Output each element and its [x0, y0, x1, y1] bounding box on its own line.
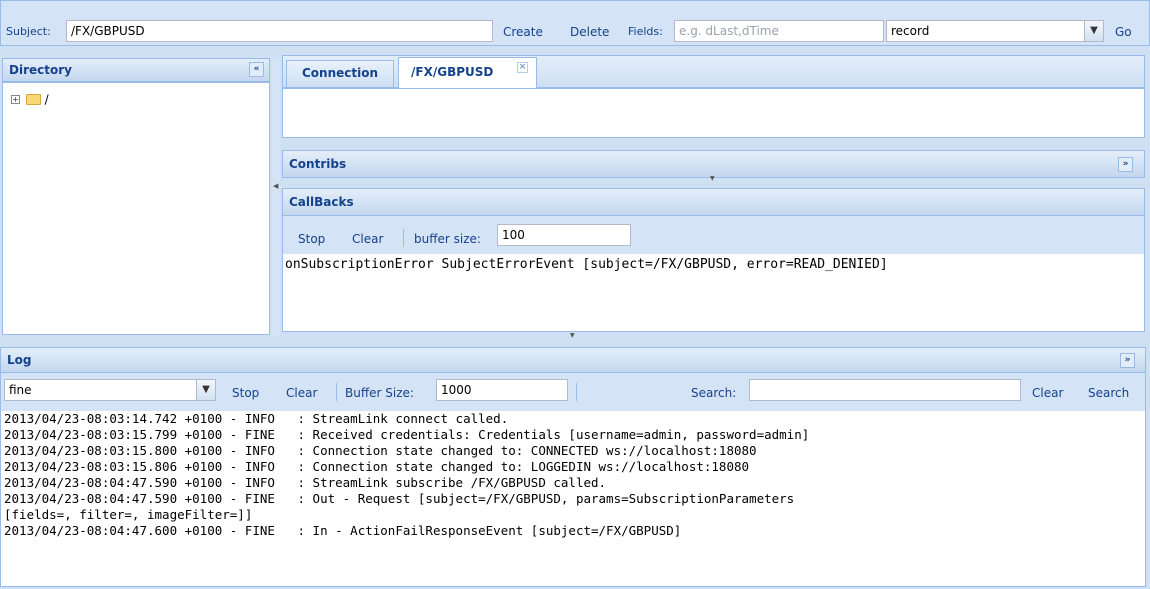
create-button[interactable]: Create	[503, 25, 543, 39]
subject-label: Subject:	[6, 25, 51, 38]
log-collapse-icon[interactable]: »	[1120, 353, 1135, 368]
log-toolbar-separator	[336, 383, 337, 401]
callbacks-toolbar	[282, 216, 1145, 254]
buffer-size-label: buffer size:	[414, 232, 481, 246]
callbacks-output: onSubscriptionError SubjectErrorEvent [s…	[282, 254, 1145, 332]
tab-subject-label: /FX/GBPUSD	[411, 65, 494, 79]
directory-header: Directory	[2, 58, 270, 82]
subject-input[interactable]: /FX/GBPUSD	[66, 20, 493, 42]
log-title: Log	[7, 353, 32, 367]
log-line: 2013/04/23-08:03:15.806 +0100 - INFO : C…	[4, 459, 750, 474]
tab-close-icon[interactable]: ×	[517, 62, 528, 73]
delete-button[interactable]: Delete	[570, 25, 609, 39]
callbacks-clear-button[interactable]: Clear	[352, 232, 383, 246]
log-line: 2013/04/23-08:04:47.590 +0100 - FINE : O…	[4, 491, 795, 506]
tree-root-node[interactable]: + /	[11, 92, 49, 108]
expand-down-icon[interactable]: »	[1118, 157, 1133, 172]
log-line: 2013/04/23-08:03:14.742 +0100 - INFO : S…	[4, 411, 509, 426]
log-search-button[interactable]: Search	[1088, 386, 1129, 400]
horizontal-splitter-top[interactable]: ▼	[282, 175, 1145, 186]
log-output: 2013/04/23-08:03:14.742 +0100 - INFO : S…	[0, 411, 1146, 587]
tab-subject[interactable]: /FX/GBPUSD ×	[398, 57, 537, 89]
log-line: 2013/04/23-08:04:47.590 +0100 - INFO : S…	[4, 475, 607, 490]
log-stop-button[interactable]: Stop	[232, 386, 259, 400]
log-header: Log	[0, 347, 1146, 373]
callbacks-stop-button[interactable]: Stop	[298, 232, 325, 246]
log-search-clear-button[interactable]: Clear	[1032, 386, 1063, 400]
splitter-main-arrow-icon: ▼	[570, 332, 575, 339]
record-type-value: record	[891, 24, 930, 38]
record-type-dropdown-button[interactable]: ▼	[1084, 21, 1103, 41]
log-chevron-down-icon: ▼	[202, 384, 210, 395]
directory-title: Directory	[9, 63, 72, 77]
tab-connection-label: Connection	[301, 66, 379, 80]
chevron-down-icon: ▼	[1090, 25, 1098, 36]
log-level-dropdown-button[interactable]: ▼	[196, 380, 215, 400]
callbacks-header: CallBacks	[282, 188, 1145, 216]
tree-root-label: /	[44, 92, 49, 107]
toolbar-separator	[403, 229, 404, 247]
record-type-select[interactable]: record	[886, 20, 1104, 42]
tab-content	[282, 88, 1145, 138]
log-line: 2013/04/23-08:04:47.600 +0100 - FINE : I…	[4, 523, 682, 538]
log-level-select[interactable]: fine	[4, 379, 216, 401]
contribs-title: Contribs	[289, 157, 347, 171]
fields-label: Fields:	[628, 25, 663, 38]
tab-connection[interactable]: Connection	[286, 60, 394, 87]
expand-plus-icon[interactable]: +	[11, 95, 20, 104]
splitter-arrow-icon: ◀	[273, 182, 279, 190]
horizontal-splitter-main[interactable]: ▼	[0, 332, 1150, 342]
fields-input[interactable]: e.g. dLast,dTime	[674, 20, 884, 42]
log-buffer-input[interactable]: 1000	[436, 379, 568, 401]
callbacks-buffer-input[interactable]: 100	[497, 224, 631, 246]
callbacks-title: CallBacks	[289, 195, 354, 209]
log-line: [fields=, filter=, imageFilter=]]	[4, 507, 253, 522]
vertical-splitter[interactable]: ◀	[272, 58, 280, 336]
log-search-input[interactable]	[749, 379, 1021, 401]
collapse-left-icon[interactable]: «	[249, 62, 264, 77]
callbacks-output-text: onSubscriptionError SubjectErrorEvent [s…	[285, 257, 888, 272]
contribs-header: Contribs	[282, 150, 1145, 178]
search-label: Search:	[691, 386, 737, 400]
folder-icon	[25, 94, 41, 105]
log-line: 2013/04/23-08:03:15.799 +0100 - FINE : R…	[4, 427, 810, 442]
go-button[interactable]: Go	[1115, 25, 1132, 39]
log-clear-button[interactable]: Clear	[286, 386, 317, 400]
directory-tree: + /	[2, 82, 270, 335]
log-level-value: fine	[9, 383, 32, 397]
log-buffer-size-label: Buffer Size:	[345, 386, 414, 400]
splitter-arrow-down-icon: ▼	[710, 175, 715, 182]
log-line: 2013/04/23-08:03:15.800 +0100 - INFO : C…	[4, 443, 757, 458]
log-toolbar-separator-2	[576, 383, 577, 401]
